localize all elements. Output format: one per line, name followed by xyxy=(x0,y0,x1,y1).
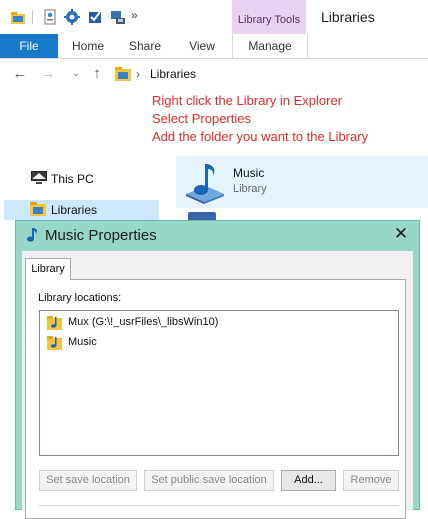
properties-dialog: Music Properties ✕ Library Library locat… xyxy=(15,220,420,519)
library-folder-icon xyxy=(30,202,46,216)
qat-separator xyxy=(32,10,33,24)
watermark-strip xyxy=(46,0,216,6)
divider xyxy=(39,505,399,506)
set-public-save-location-button[interactable]: Set public save location xyxy=(144,470,274,491)
qat-overflow-icon[interactable]: » xyxy=(131,8,138,22)
context-tab-group: Library Tools xyxy=(232,0,306,34)
network-icon[interactable] xyxy=(110,9,126,25)
library-folder-icon xyxy=(115,67,131,81)
library-icon[interactable] xyxy=(10,9,26,25)
back-arrow-icon[interactable]: ← xyxy=(12,66,28,82)
breadcrumb-chevron-icon: › xyxy=(136,67,140,81)
tab-manage[interactable]: Manage xyxy=(232,34,308,58)
library-tab-panel: Library locations: Mux (G:\!_usrFiles\_l… xyxy=(25,279,406,519)
annotation-step-3: Add the folder you want to the Library xyxy=(152,129,369,144)
library-item-name: Music xyxy=(233,166,265,180)
location-label: Music xyxy=(68,336,97,348)
library-locations-label: Library locations: xyxy=(38,292,122,304)
tab-file[interactable]: File xyxy=(0,34,58,58)
gear-icon[interactable] xyxy=(64,9,80,25)
list-item[interactable]: Mux (G:\!_usrFiles\_libsWin10) xyxy=(47,315,287,331)
tab-library-label: Library xyxy=(31,263,65,275)
properties-icon[interactable] xyxy=(42,9,58,25)
tab-home[interactable]: Home xyxy=(66,34,110,58)
tab-share[interactable]: Share xyxy=(122,34,168,58)
add-location-button[interactable]: Add... xyxy=(281,470,336,491)
context-tab-group-label: Library Tools xyxy=(237,14,301,26)
location-label: Mux (G:\!_usrFiles\_libsWin10) xyxy=(68,316,219,328)
breadcrumb-libraries[interactable]: Libraries xyxy=(150,67,196,81)
dialog-body: Library Library locations: Mux (G:\!_usr… xyxy=(22,251,413,519)
dialog-title: Music Properties xyxy=(45,227,157,244)
checkbox-icon[interactable] xyxy=(88,9,104,25)
annotation-step-1: Right click the Library in Explorer xyxy=(152,93,343,108)
window-title: Libraries xyxy=(321,9,375,25)
tab-view[interactable]: View xyxy=(180,34,224,58)
nav-item-this-pc[interactable]: This PC xyxy=(29,169,159,189)
ribbon-tabs: File Home Share View Manage xyxy=(0,34,428,59)
library-locations-list[interactable]: Mux (G:\!_usrFiles\_libsWin10) Music xyxy=(39,310,399,456)
close-icon[interactable]: ✕ xyxy=(389,223,413,245)
nav-item-libraries[interactable]: Libraries xyxy=(4,200,159,220)
library-item-music[interactable]: Music Library xyxy=(176,156,428,208)
annotation-step-2: Select Properties xyxy=(152,111,251,126)
nav-item-label: This PC xyxy=(51,172,94,186)
forward-arrow-icon[interactable]: → xyxy=(40,66,56,82)
music-folder-icon xyxy=(47,336,62,350)
computer-icon xyxy=(31,171,47,184)
tab-library[interactable]: Library xyxy=(25,258,71,280)
title-bar: » Library Tools Libraries xyxy=(0,0,428,34)
music-library-icon xyxy=(186,164,224,204)
music-note-icon xyxy=(27,228,38,242)
remove-location-button[interactable]: Remove xyxy=(343,470,399,491)
recent-chevron-down-icon[interactable]: ⌄ xyxy=(68,66,84,82)
list-item[interactable]: Music xyxy=(47,335,167,351)
music-folder-icon xyxy=(47,316,62,330)
library-item-type: Library xyxy=(233,183,267,195)
set-save-location-button[interactable]: Set save location xyxy=(39,470,137,491)
partial-library-icon xyxy=(188,212,216,220)
up-arrow-icon[interactable]: ↑ xyxy=(89,66,105,82)
nav-item-label: Libraries xyxy=(51,203,98,217)
